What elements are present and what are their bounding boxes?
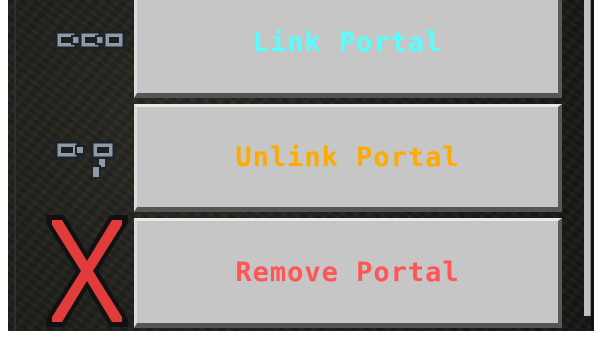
red-x-icon [42, 215, 132, 327]
remove-portal-label: Remove Portal [235, 256, 460, 288]
chain-link-icon [42, 12, 132, 112]
link-portal-button[interactable]: Link Portal [134, 0, 562, 98]
link-portal-label: Link Portal [252, 26, 443, 58]
broken-chain-icon [42, 122, 132, 222]
panel-edge [14, 0, 16, 331]
unlink-portal-label: Unlink Portal [235, 141, 460, 173]
game-screen: Link Portal Unlink Portal Remove Portal [0, 0, 600, 337]
portal-menu-panel: Link Portal Unlink Portal Remove Portal [8, 0, 594, 331]
scrollbar-thumb[interactable] [584, 0, 591, 316]
remove-portal-button[interactable]: Remove Portal [134, 218, 562, 328]
unlink-portal-button[interactable]: Unlink Portal [134, 104, 562, 212]
